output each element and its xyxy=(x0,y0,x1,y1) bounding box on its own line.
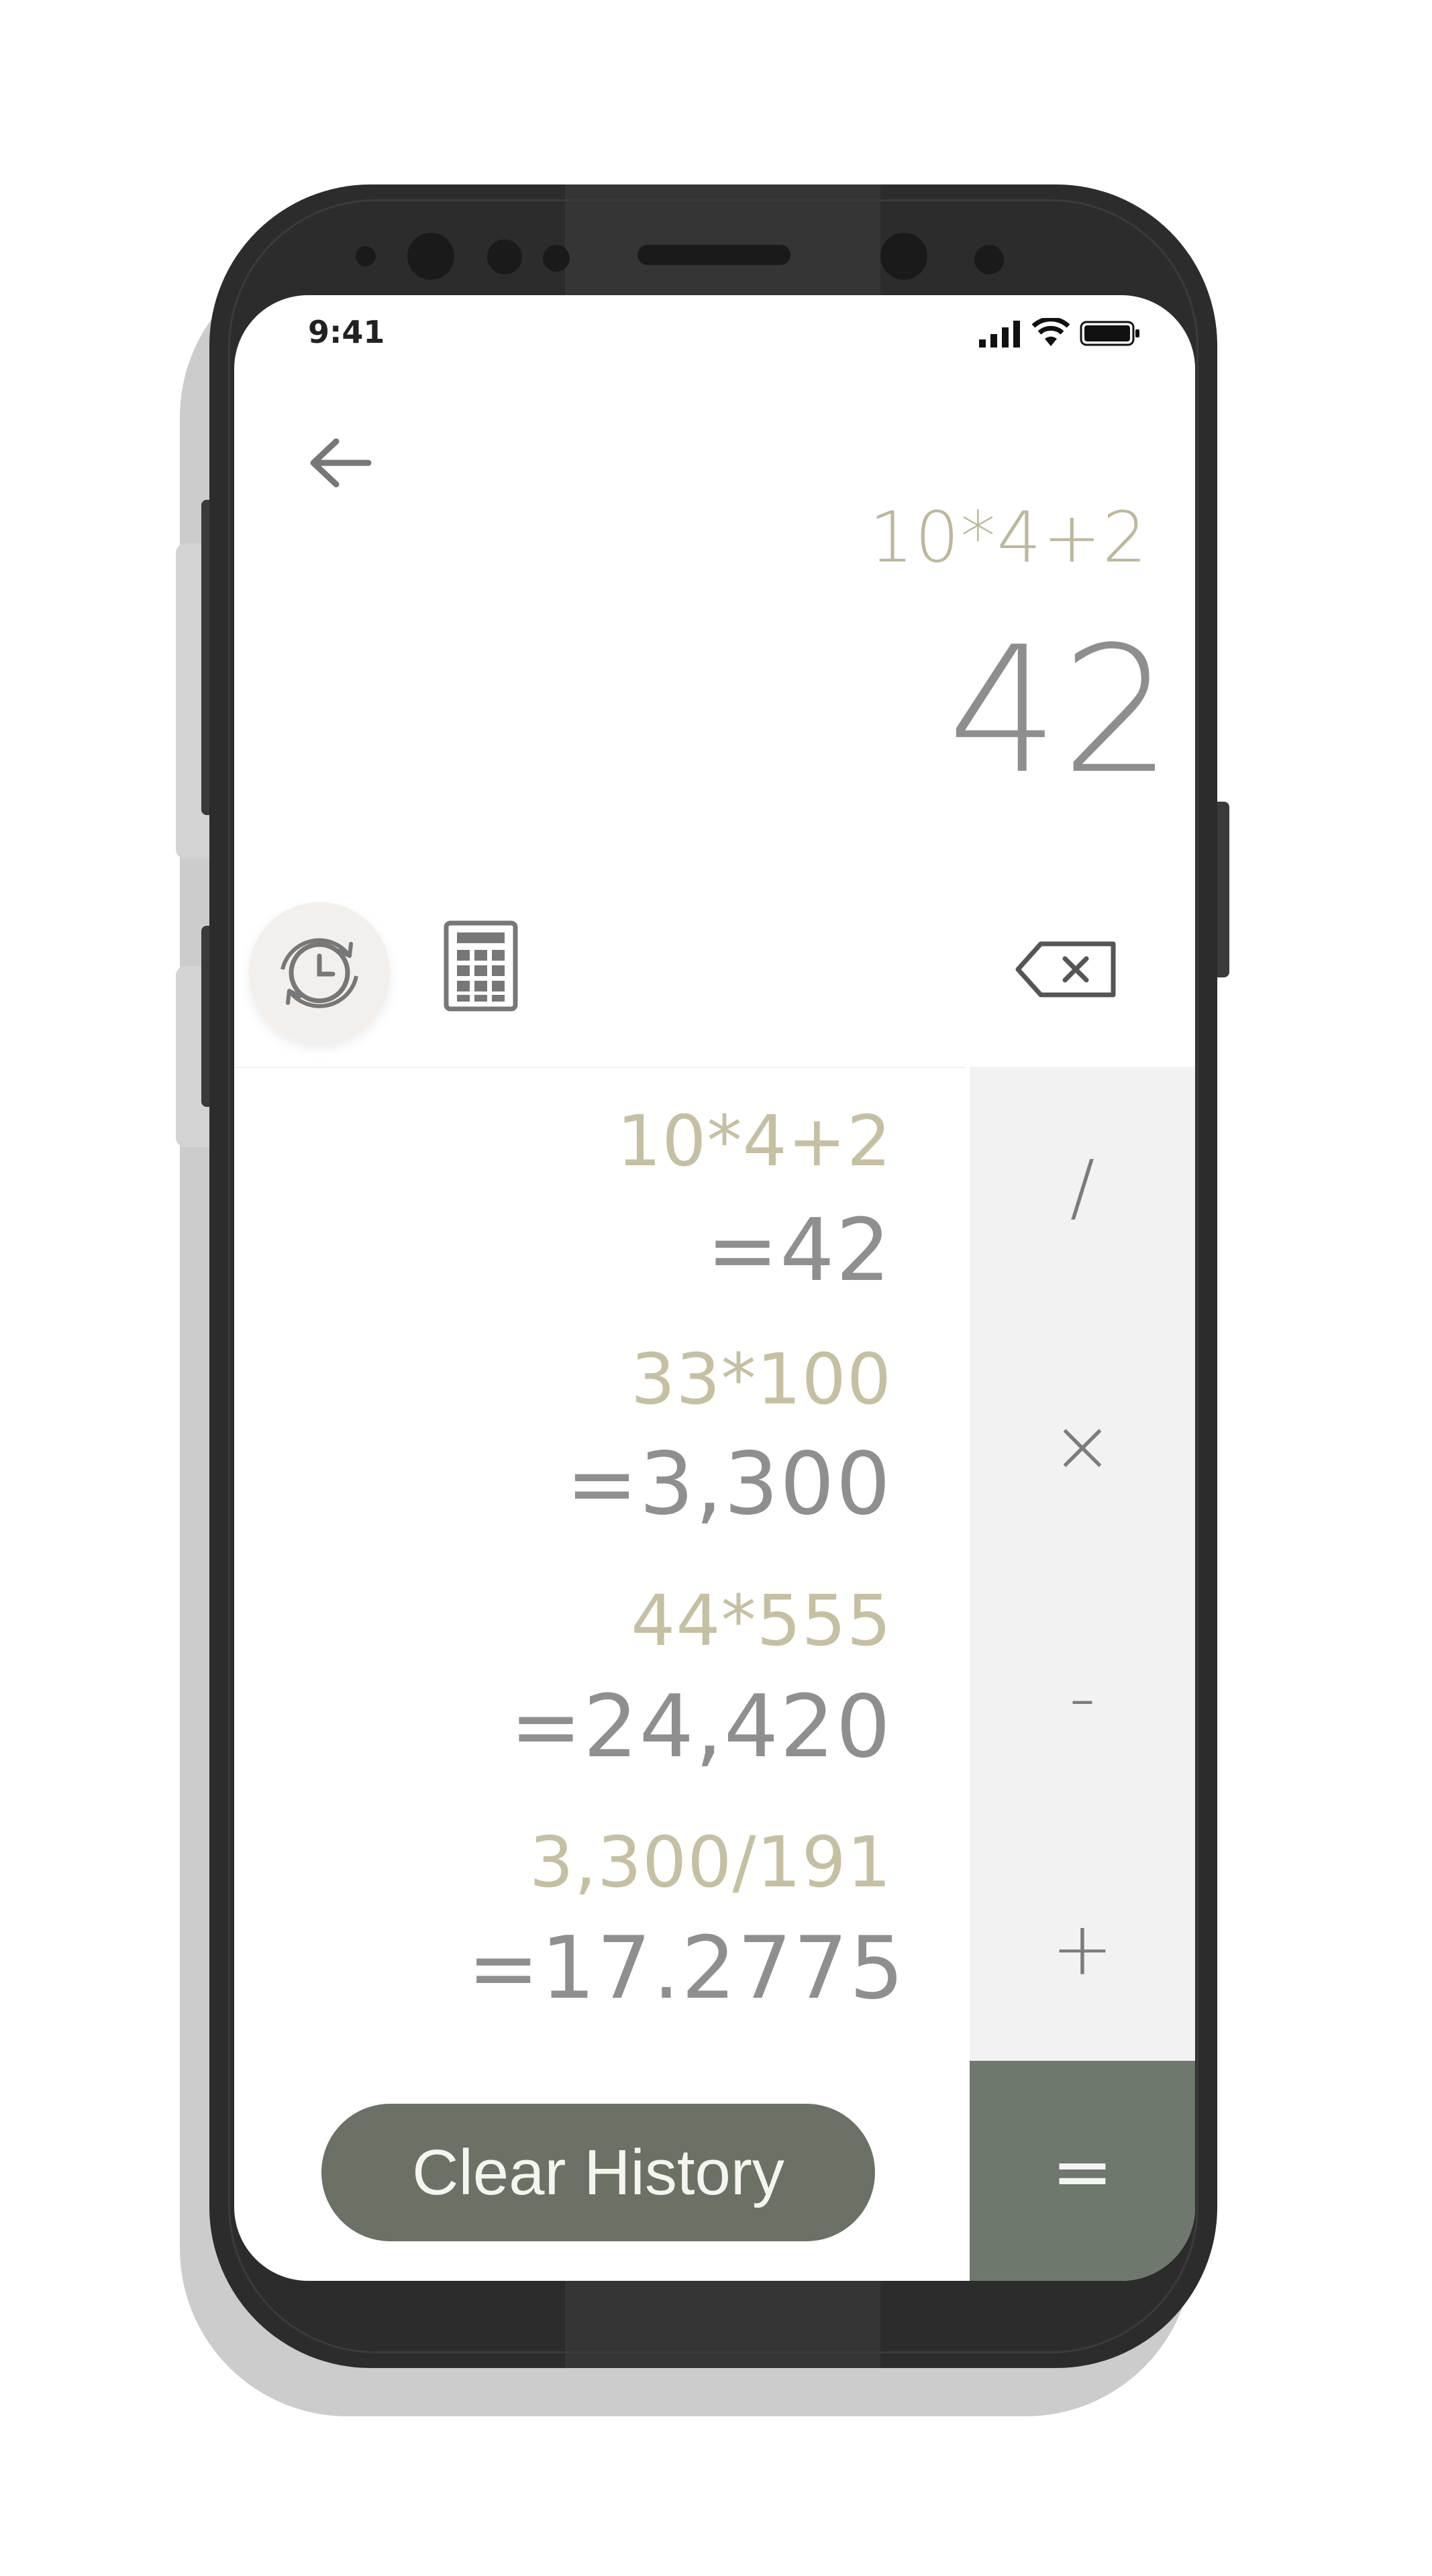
history-expression: 3,300/191 xyxy=(529,1821,892,1903)
back-button[interactable] xyxy=(301,429,382,496)
sensor-small xyxy=(543,245,570,272)
multiply-button[interactable]: × xyxy=(970,1335,1195,1556)
earpiece-speaker xyxy=(637,245,790,265)
history-expression: 10*4+2 xyxy=(617,1100,892,1182)
sensor-dot xyxy=(356,246,376,266)
proximity-sensor xyxy=(974,245,1004,274)
signal-icon xyxy=(979,321,1020,347)
history-clock-icon xyxy=(280,938,358,1008)
divide-button[interactable]: / xyxy=(970,1077,1195,1298)
keypad-toggle-button[interactable] xyxy=(442,919,519,1013)
battery-icon xyxy=(1080,321,1139,346)
iris-camera xyxy=(880,233,927,280)
status-time: 9:41 xyxy=(308,314,385,350)
front-camera xyxy=(407,233,454,280)
add-button[interactable]: + xyxy=(970,1838,1195,2059)
history-result: =3,300 xyxy=(566,1434,892,1534)
current-result: 42 xyxy=(948,610,1175,812)
history-toggle-button[interactable] xyxy=(249,902,390,1043)
history-result: =24,420 xyxy=(509,1677,892,1777)
operator-panel: / × - + xyxy=(970,1067,1195,2061)
wifi-icon xyxy=(1031,318,1070,346)
arrow-left-icon xyxy=(310,438,372,488)
subtract-button[interactable]: - xyxy=(970,1587,1195,1808)
current-expression: 10*4+2 xyxy=(869,496,1148,578)
equals-button[interactable]: = xyxy=(970,2061,1195,2281)
clear-history-button[interactable]: Clear History xyxy=(321,2104,875,2241)
backspace-icon xyxy=(1015,941,1116,998)
status-icons xyxy=(979,318,1141,347)
history-result: =17.2775 xyxy=(467,1919,905,2019)
history-expression: 33*100 xyxy=(631,1338,892,1420)
sensor xyxy=(487,239,522,274)
history-list: 10*4+2 =42 33*100 =3,300 44*555 =24,420 … xyxy=(234,1067,966,2059)
history-expression: 44*555 xyxy=(631,1580,892,1662)
backspace-button[interactable] xyxy=(1013,936,1120,1003)
screen: 9:41 10*4+2 42 10*4+2 =42 33*100 =3,300 … xyxy=(234,295,1195,2281)
calculator-icon xyxy=(444,920,518,1012)
history-result: =42 xyxy=(706,1201,892,1301)
